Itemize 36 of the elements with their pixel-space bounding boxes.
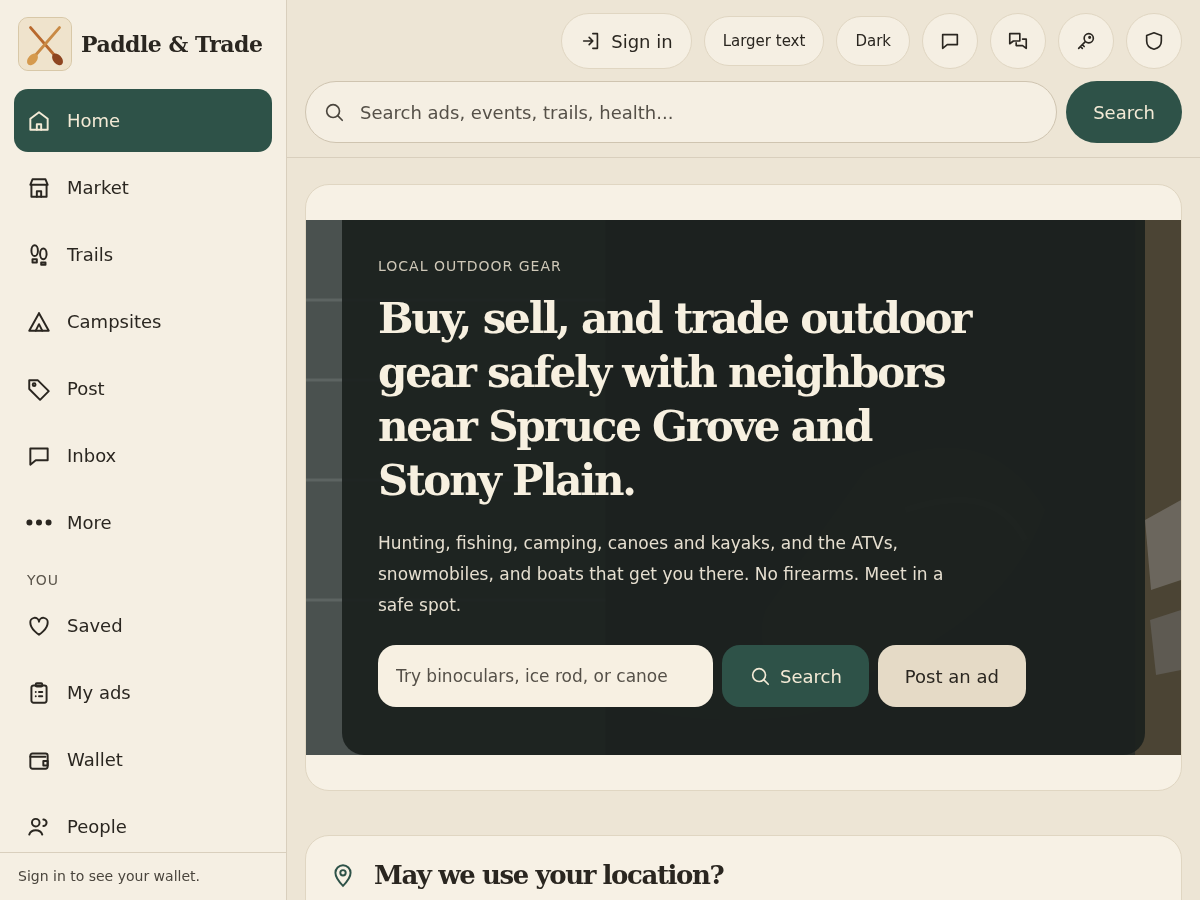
nav-item[interactable]: More	[14, 491, 272, 554]
search-icon	[323, 101, 345, 123]
nav-item[interactable]: Campsites	[14, 290, 272, 353]
shield-icon	[1143, 30, 1165, 52]
gear-search-field[interactable]: Try binoculars, ice rod, or canoe	[378, 645, 713, 707]
location-heading: May we use your location?	[374, 860, 724, 890]
search-icon	[749, 665, 771, 687]
search-button[interactable]: Search	[722, 645, 869, 707]
nav-item[interactable]: Trails	[14, 223, 272, 286]
hero-description: Hunting, fishing, camping, canoes and kayaks, and the ATVs, snowmobiles, and boats that get you there. No firearms. Meet in a safe spot.	[378, 532, 945, 617]
logo-icon	[18, 17, 72, 71]
conversation-icon	[1007, 30, 1029, 52]
nav-item[interactable]: Post	[14, 357, 272, 420]
nav-item[interactable]: Wallet	[14, 728, 272, 791]
post-ad-button[interactable]: Post an ad	[877, 645, 1026, 707]
brand-name: Paddle & Trade	[81, 31, 263, 57]
key-icon	[1075, 30, 1097, 52]
toggle-button[interactable]: Larger text	[703, 16, 825, 66]
hero-heading: Buy, sell, and trade outdoor gear safely with neighbors near Spruce Grove and Stony Plain.	[378, 293, 973, 507]
chat-button[interactable]	[922, 13, 978, 69]
sign-in-button[interactable]: Sign in	[561, 13, 692, 69]
nav-item[interactable]: My ads	[14, 661, 272, 724]
dots-icon	[26, 519, 52, 526]
nav-item[interactable]: People	[14, 795, 272, 852]
conversation-button[interactable]	[990, 13, 1046, 69]
eyebrow-label: LOCAL OUTDOOR GEAR	[378, 258, 563, 274]
shield-button[interactable]	[1126, 13, 1182, 69]
search-button[interactable]: Search	[1066, 81, 1182, 143]
search-field[interactable]: Search ads, events, trails, health...	[305, 81, 1058, 143]
nav-item[interactable]: Inbox	[14, 424, 272, 487]
nav-item[interactable]: Saved	[14, 594, 272, 657]
nav-item[interactable]: Home	[14, 89, 272, 152]
section-label: YOU	[26, 571, 61, 590]
toggle-button[interactable]: Dark	[836, 16, 910, 66]
key-button[interactable]	[1058, 13, 1114, 69]
nav-item[interactable]: Market	[14, 156, 272, 219]
